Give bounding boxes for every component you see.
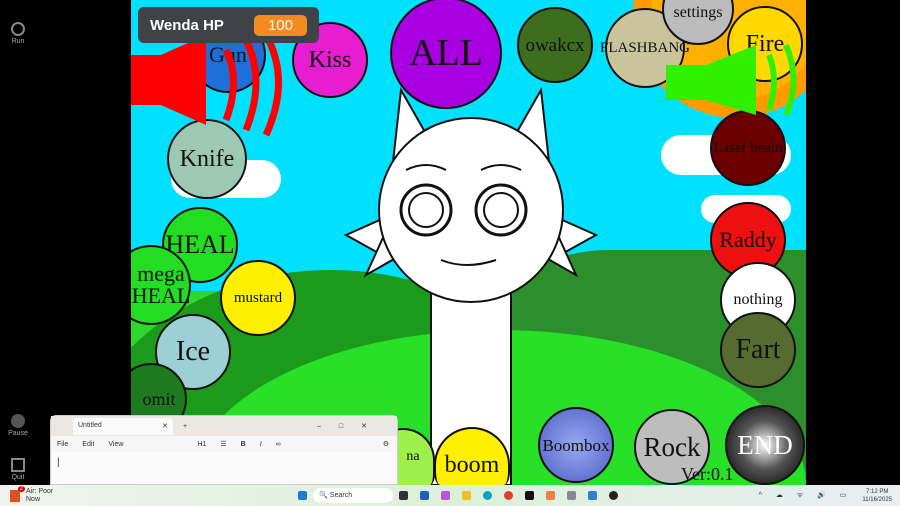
weather-icon: 2 bbox=[10, 485, 25, 502]
fart-button[interactable]: Fart bbox=[720, 312, 796, 388]
time: 7:12 PM bbox=[866, 488, 889, 495]
explorer-icon[interactable] bbox=[462, 491, 472, 500]
heading-dropdown[interactable]: H1 bbox=[197, 441, 206, 448]
game-stage[interactable]: Gun Kiss ALL owakcx FLASHBANG settings F… bbox=[131, 0, 806, 485]
version-label: Ver:0.1 bbox=[681, 464, 734, 484]
new-tab-icon[interactable]: + bbox=[183, 423, 187, 430]
green-megaphone bbox=[666, 43, 797, 117]
search-box[interactable]: 🔍 Search bbox=[313, 488, 394, 503]
end-button[interactable]: END bbox=[725, 405, 805, 485]
notepad-window[interactable]: Untitled ✕ + –□✕ File Edit View H1 ☰ B I ∞… bbox=[50, 415, 398, 485]
quit-label: Quit bbox=[11, 474, 25, 481]
taskbar: 2 Air: Poor Now 🔍 Search ^ ☁ ᯤ 🔊 ▭ 7:12 P… bbox=[0, 485, 900, 506]
menu-file[interactable]: File bbox=[57, 441, 68, 448]
weather-widget[interactable]: Air: Poor Now bbox=[26, 488, 53, 504]
menu-view[interactable]: View bbox=[108, 441, 123, 448]
run-label: Run bbox=[11, 38, 25, 45]
link-icon[interactable]: ∞ bbox=[276, 441, 281, 448]
notepad-editor[interactable]: | bbox=[51, 452, 397, 473]
tab-title: Untitled bbox=[78, 421, 102, 429]
mouse-app-icon[interactable] bbox=[567, 491, 577, 500]
quit-icon bbox=[11, 458, 25, 472]
red-megaphone bbox=[131, 33, 282, 137]
edge-icon[interactable] bbox=[483, 491, 493, 500]
chrome-icon[interactable] bbox=[504, 491, 514, 500]
weather-text: Air: Poor bbox=[26, 487, 54, 495]
pause-button[interactable]: Pause bbox=[0, 414, 36, 437]
weather-sub: Now bbox=[26, 495, 41, 503]
laser-beam-button[interactable]: Laser beam bbox=[710, 110, 786, 186]
notepad-titlebar: Untitled ✕ + –□✕ bbox=[51, 416, 397, 436]
roblox-icon[interactable] bbox=[525, 491, 535, 500]
pause-icon bbox=[11, 414, 25, 428]
system-tray[interactable]: ^ ☁ ᯤ 🔊 ▭ bbox=[759, 491, 853, 500]
italic-icon[interactable]: I bbox=[260, 441, 262, 448]
restart-icon bbox=[11, 22, 25, 36]
start-icon[interactable] bbox=[298, 491, 308, 500]
hp-monitor: Wenda HP 100 bbox=[138, 7, 319, 43]
run-button[interactable]: Run bbox=[0, 22, 36, 45]
settings-icon[interactable]: ⚙ bbox=[383, 440, 389, 448]
weather-badge: 2 bbox=[17, 485, 25, 492]
window-controls[interactable]: –□✕ bbox=[317, 422, 385, 430]
pause-label: Pause bbox=[8, 430, 28, 437]
notepad-tab[interactable]: Untitled ✕ bbox=[73, 417, 173, 435]
search-placeholder: Search bbox=[329, 492, 353, 499]
notepad-menubar: File Edit View H1 ☰ B I ∞ ⚙ bbox=[51, 436, 397, 452]
list-icon[interactable]: ☰ bbox=[220, 440, 226, 448]
hp-value: 100 bbox=[253, 14, 307, 36]
quit-button[interactable]: Quit bbox=[0, 458, 36, 481]
copilot-icon[interactable] bbox=[441, 491, 451, 500]
app-icon[interactable] bbox=[546, 491, 556, 500]
notepad-icon[interactable] bbox=[588, 491, 598, 500]
menu-edit[interactable]: Edit bbox=[82, 441, 94, 448]
clock[interactable]: 7:12 PM 11/16/2025 bbox=[862, 488, 892, 504]
hp-label: Wenda HP bbox=[150, 16, 224, 34]
boombox-button[interactable]: Boombox bbox=[538, 407, 614, 483]
bold-icon[interactable]: B bbox=[241, 441, 246, 448]
close-tab-icon[interactable]: ✕ bbox=[162, 422, 168, 431]
app-icon[interactable] bbox=[609, 491, 619, 500]
left-panel: Run Pause Quit bbox=[0, 0, 131, 485]
owakcx-button[interactable]: owakcx bbox=[517, 7, 593, 83]
store-icon[interactable] bbox=[420, 491, 430, 500]
all-button[interactable]: ALL bbox=[390, 0, 502, 109]
task-view-icon[interactable] bbox=[399, 491, 409, 500]
mustard-button[interactable]: mustard bbox=[220, 260, 296, 336]
date: 11/16/2025 bbox=[862, 496, 892, 503]
